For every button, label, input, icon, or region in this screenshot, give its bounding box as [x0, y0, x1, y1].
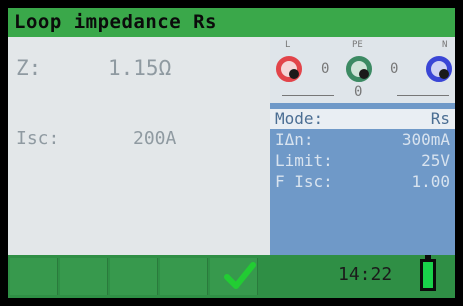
impedance-label: Z:	[16, 56, 42, 80]
terminal-voltages-panel: L PE N 0 0 0	[270, 37, 455, 103]
terminal-l-icon	[276, 56, 302, 82]
terminal-pe-label: PE	[352, 40, 363, 50]
param-row-residual-current[interactable]: IΔn: 300mA	[270, 130, 455, 150]
status-bar: 14:22	[8, 255, 455, 298]
param-value: 1.00	[411, 172, 450, 191]
pass-check-icon	[224, 262, 256, 289]
divider-line	[397, 95, 449, 96]
clock-time: 14:22	[338, 264, 393, 285]
param-label: IΔn:	[275, 130, 314, 149]
param-label: Mode:	[275, 109, 324, 128]
short-circuit-current-value: 200A	[133, 128, 177, 149]
param-label: Limit:	[275, 151, 333, 170]
param-row-limit[interactable]: Limit: 25V	[270, 151, 455, 171]
voltage-l-pe-value: 0	[321, 61, 330, 77]
battery-icon	[420, 255, 436, 291]
param-row-mode[interactable]: Mode: Rs	[270, 109, 455, 129]
softkey-1[interactable]	[10, 258, 58, 295]
voltage-l-n-value: 0	[354, 84, 363, 100]
results-panel: Z: 1.15Ω Isc: 200A	[8, 37, 270, 255]
page-title: Loop impedance Rs	[8, 8, 455, 37]
softkey-3[interactable]	[110, 258, 158, 295]
instrument-screen: Loop impedance Rs Z: 1.15Ω Isc: 200A L P…	[8, 8, 455, 298]
softkey-2[interactable]	[60, 258, 108, 295]
param-value: Rs	[430, 109, 450, 128]
softkey-4[interactable]	[160, 258, 208, 295]
param-row-isc-factor[interactable]: F Isc: 1.00	[270, 172, 455, 192]
terminal-pe-icon	[346, 56, 372, 82]
param-label: F Isc:	[275, 172, 333, 191]
terminal-n-icon	[426, 56, 452, 82]
short-circuit-current-label: Isc:	[16, 128, 60, 149]
param-value: 300mA	[401, 130, 450, 149]
parameters-panel: Mode: Rs IΔn: 300mA Limit: 25V F Isc: 1.…	[270, 103, 455, 255]
terminal-n-label: N	[442, 40, 448, 50]
impedance-value: 1.15Ω	[108, 56, 172, 80]
param-value: 25V	[421, 151, 450, 170]
voltage-pe-n-value: 0	[390, 61, 399, 77]
divider-line	[282, 95, 334, 96]
terminal-l-label: L	[285, 40, 291, 50]
